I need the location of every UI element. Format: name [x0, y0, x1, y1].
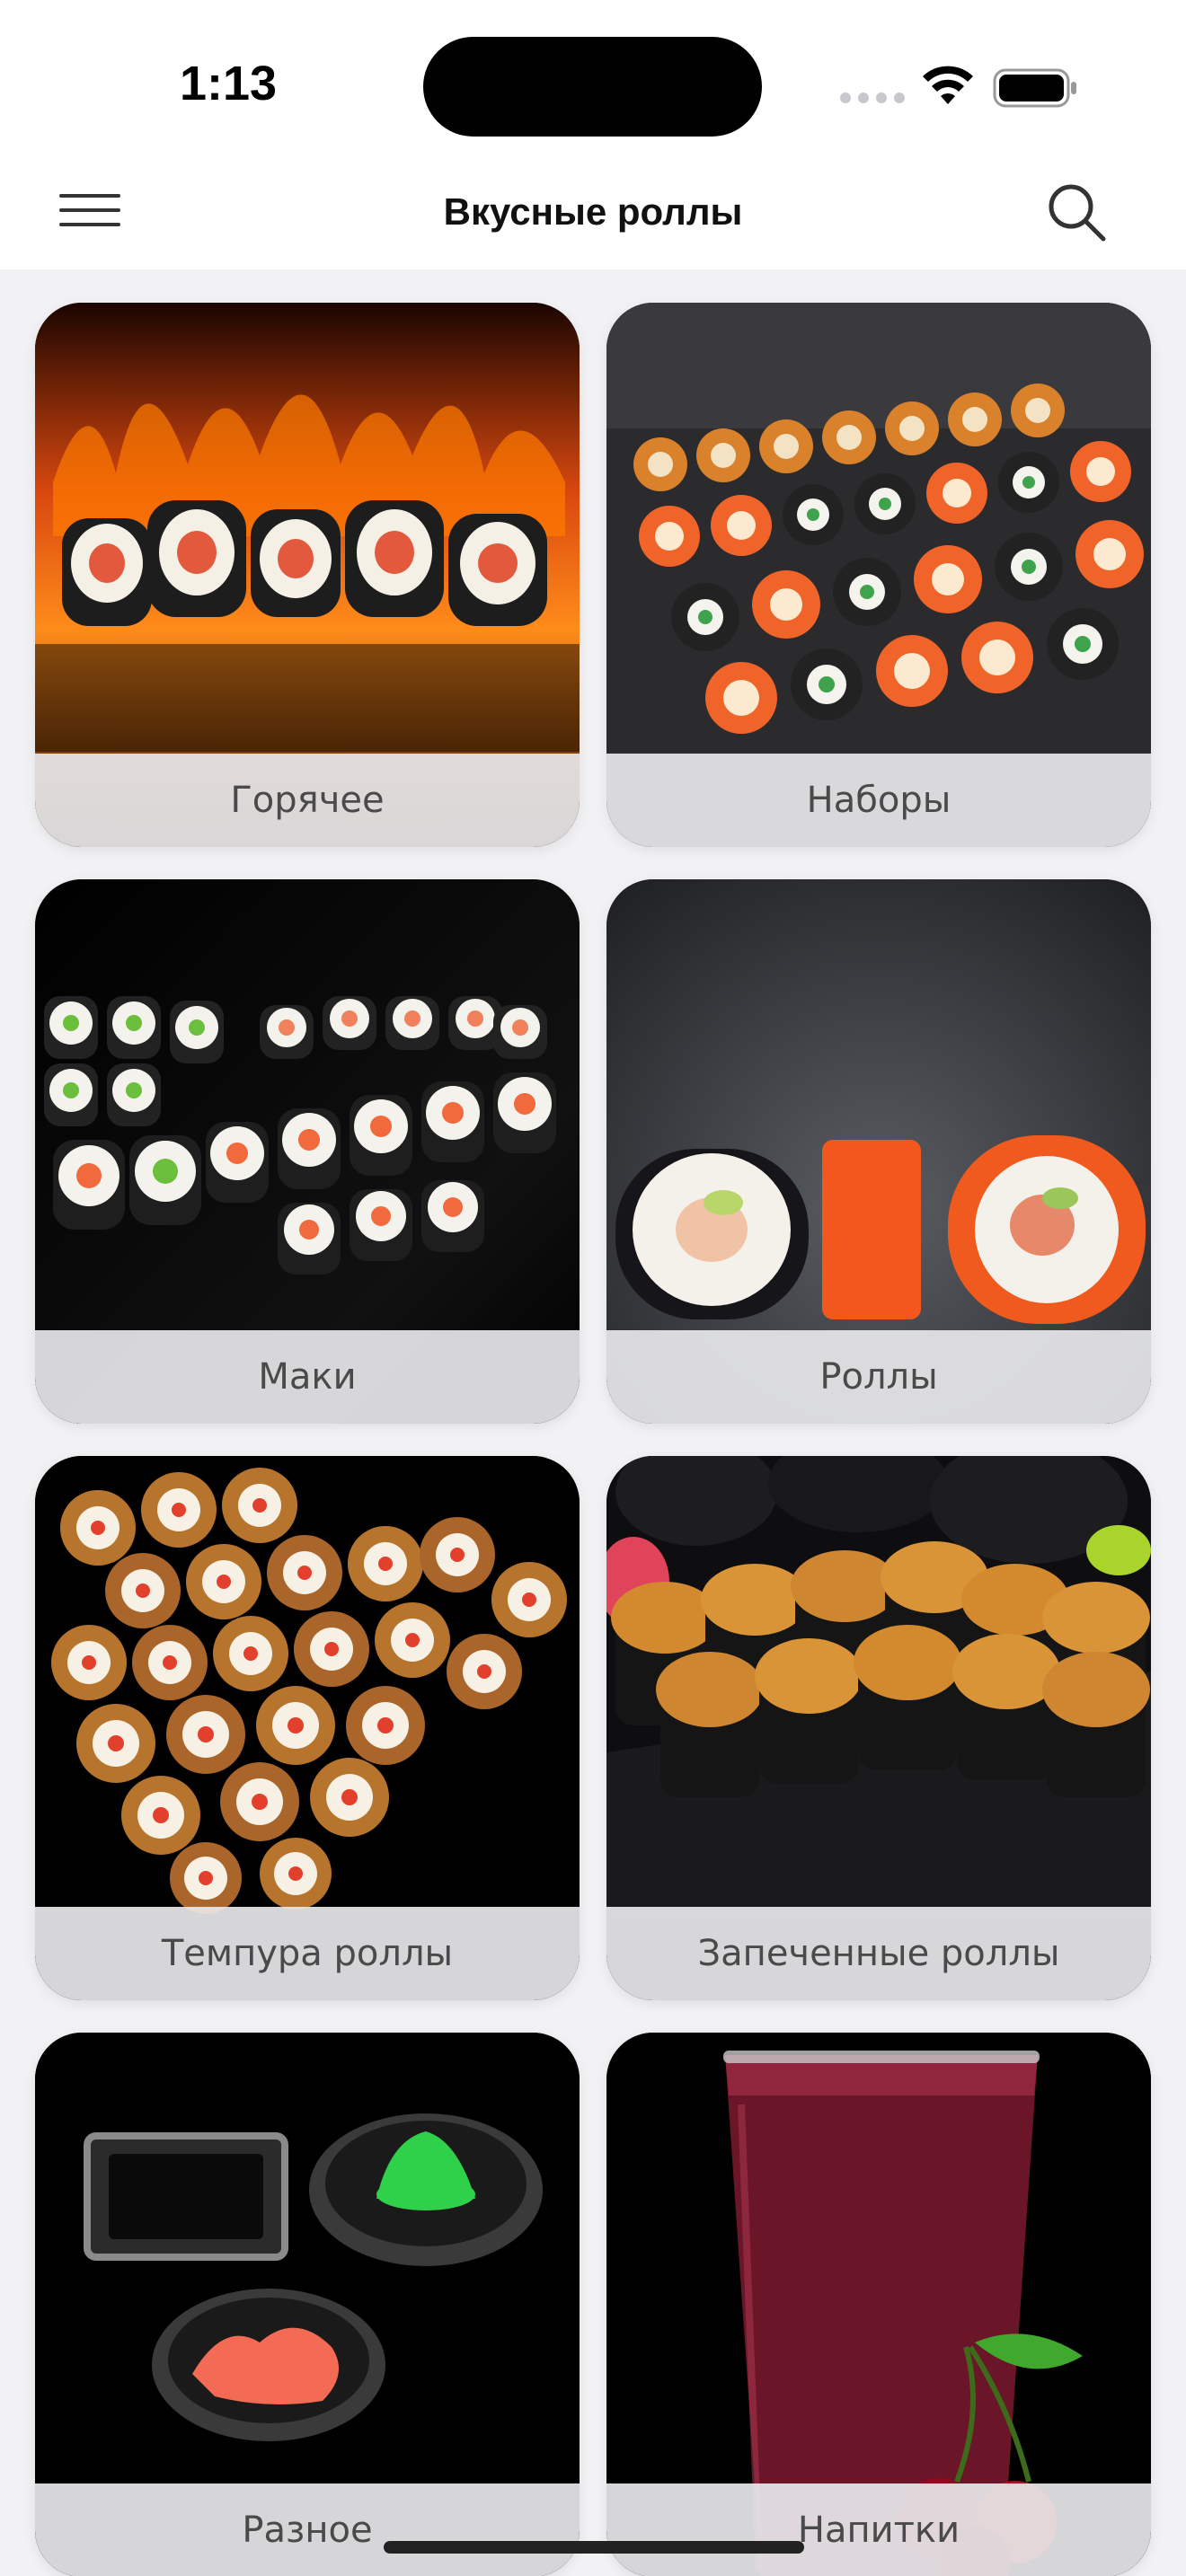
- wifi-icon: [923, 66, 973, 104]
- category-grid: Горячее Наборы Маки Роллы Темпура роллы …: [0, 269, 1186, 2576]
- search-icon[interactable]: [1044, 180, 1109, 244]
- category-card-misc[interactable]: Разное: [35, 2033, 580, 2576]
- category-label: Напитки: [797, 2510, 960, 2551]
- category-label-bar: Роллы: [606, 1330, 1151, 1424]
- home-indicator[interactable]: [384, 2541, 804, 2554]
- category-label: Маки: [258, 1356, 357, 1398]
- cellular-signal-icon: [840, 93, 905, 103]
- navigation-bar: Вкусные роллы: [0, 153, 1186, 269]
- battery-icon: [993, 68, 1076, 108]
- status-time: 1:13: [180, 57, 278, 110]
- category-label: Наборы: [806, 780, 951, 821]
- category-card-baked[interactable]: Запеченные роллы: [606, 1456, 1151, 2000]
- category-label-bar: Запеченные роллы: [606, 1907, 1151, 2000]
- category-label-bar: Наборы: [606, 754, 1151, 847]
- status-bar: 1:13: [0, 0, 1186, 153]
- category-label-bar: Маки: [35, 1330, 580, 1424]
- category-label-bar: Темпура роллы: [35, 1907, 580, 2000]
- category-label: Роллы: [819, 1356, 938, 1398]
- category-card-rolls[interactable]: Роллы: [606, 879, 1151, 1424]
- app-screen: 1:13 Вкусные роллы Горячее Наборы Маки Р…: [0, 0, 1186, 2576]
- category-card-drinks[interactable]: Напитки: [606, 2033, 1151, 2576]
- category-label-bar: Горячее: [35, 754, 580, 847]
- category-card-maki[interactable]: Маки: [35, 879, 580, 1424]
- category-label-bar: Разное: [35, 2483, 580, 2576]
- category-label: Разное: [242, 2510, 373, 2551]
- category-card-tempura[interactable]: Темпура роллы: [35, 1456, 580, 2000]
- category-label-bar: Напитки: [606, 2483, 1151, 2576]
- category-card-sets[interactable]: Наборы: [606, 303, 1151, 847]
- category-label: Горячее: [230, 780, 385, 821]
- category-label: Темпура роллы: [161, 1933, 454, 1974]
- dynamic-island: [423, 37, 762, 137]
- category-label: Запеченные роллы: [697, 1933, 1060, 1974]
- category-card-hot[interactable]: Горячее: [35, 303, 580, 847]
- page-title: Вкусные роллы: [443, 190, 743, 233]
